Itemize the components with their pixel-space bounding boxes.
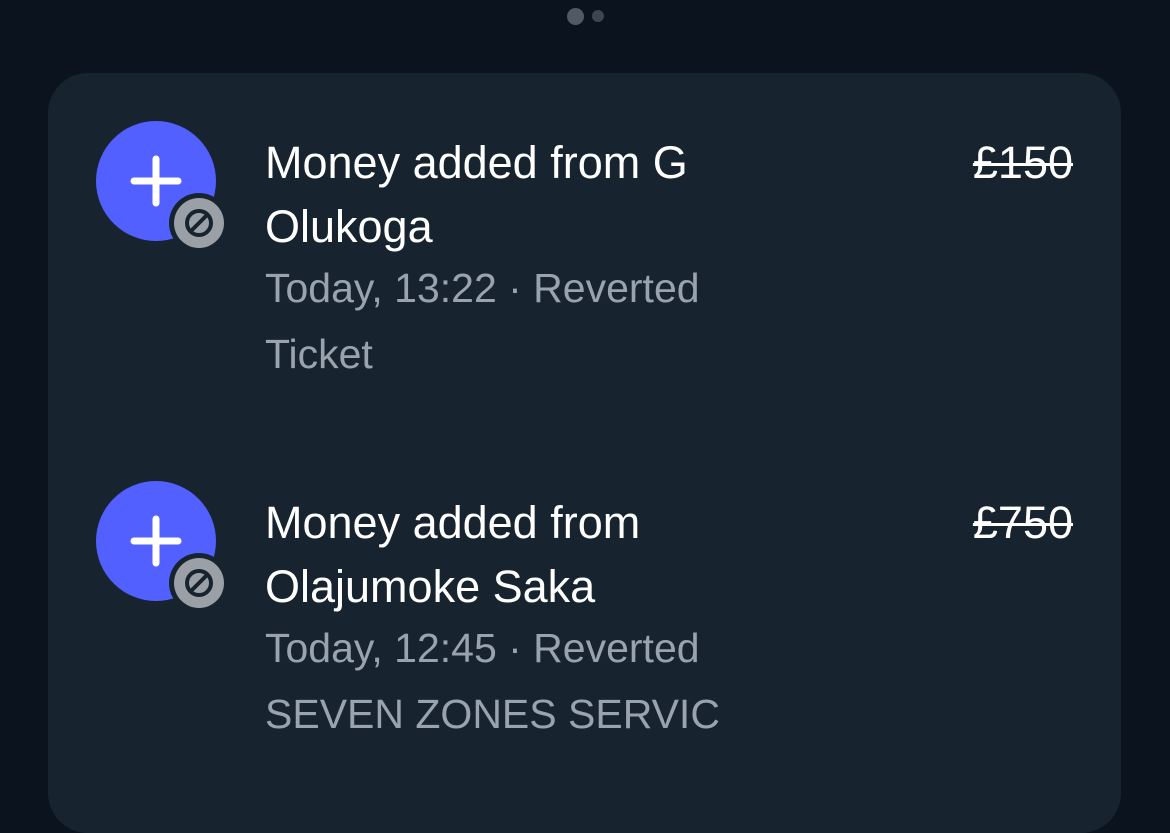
transaction-amount: £750 [972,497,1073,548]
transaction-meta: Today, 13:22 · Reverted [265,265,700,311]
transaction-row[interactable]: Money added from G Olukoga Today, 13:22 … [48,121,1121,421]
transaction-meta: Today, 12:45 · Reverted [265,625,700,671]
transaction-reference: Ticket [265,331,373,377]
transaction-row[interactable]: Money added from Olajumoke Saka Today, 1… [48,481,1121,781]
page-indicator [0,7,1170,25]
reverted-icon [185,209,213,237]
transaction-title: Money added from G Olukoga [265,137,688,252]
transactions-card: Money added from G Olukoga Today, 13:22 … [48,73,1121,833]
page-dot-active[interactable] [566,7,584,25]
status-badge [169,193,229,253]
page-dot[interactable] [591,10,604,22]
transaction-amount: £150 [972,137,1073,188]
transaction-reference: SEVEN ZONES SERVIC [265,691,720,737]
reverted-icon [185,569,213,597]
status-badge [169,553,229,613]
transaction-title: Money added from Olajumoke Saka [265,497,641,612]
